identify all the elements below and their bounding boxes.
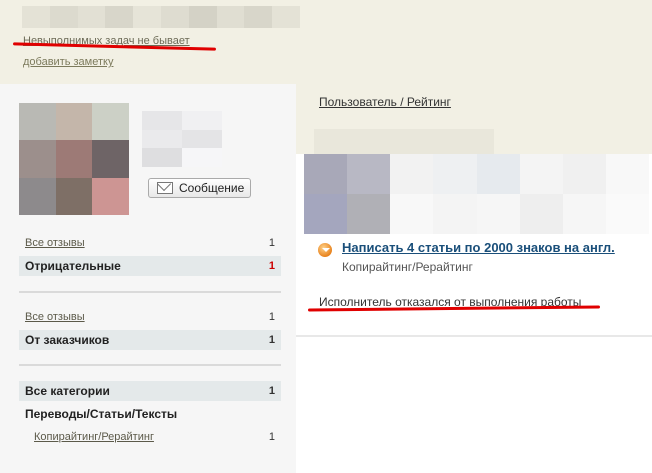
add-note-link[interactable]: добавить заметку xyxy=(23,56,113,68)
divider xyxy=(19,364,281,366)
breadcrumb-bar: Пользователь / Рейтинг xyxy=(296,84,652,119)
category-copywriting-row[interactable]: Копирайтинг/Рерайтинг 1 xyxy=(19,427,281,447)
breadcrumb[interactable]: Пользователь / Рейтинг xyxy=(319,95,451,109)
pixelated-block xyxy=(562,194,606,234)
pixelated-block xyxy=(55,103,93,141)
send-message-label: Сообщение xyxy=(179,181,245,195)
divider xyxy=(19,291,281,293)
pixelated-block xyxy=(304,154,348,194)
pixelated-block xyxy=(605,154,649,194)
order-status-icon xyxy=(318,243,332,257)
pixelated-block xyxy=(188,6,217,28)
order-category: Копирайтинг/Рерайтинг xyxy=(342,260,473,274)
category-copywriting-count: 1 xyxy=(268,431,275,443)
pixelated-block xyxy=(519,154,563,194)
pixelated-block xyxy=(476,154,520,194)
blurred-strip xyxy=(296,119,652,154)
main-content: Пользователь / Рейтинг Написать 4 статьи… xyxy=(296,84,652,473)
avatar[interactable] xyxy=(19,103,129,215)
send-message-button[interactable]: Сообщение xyxy=(148,178,251,198)
blurred-review-author xyxy=(304,154,649,234)
pixelated-block xyxy=(19,177,56,215)
reviews-negative-label: Отрицательные xyxy=(25,259,121,273)
category-copywriting-link[interactable]: Копирайтинг/Рерайтинг xyxy=(34,431,154,443)
pixelated-block xyxy=(105,6,134,28)
pixelated-block xyxy=(390,194,434,234)
blurred-user-name xyxy=(22,6,300,28)
category-group-label: Переводы/Статьи/Тексты xyxy=(25,407,178,421)
pixelated-block xyxy=(390,154,434,194)
pixelated-block xyxy=(304,194,348,234)
blurred-thumbnail xyxy=(142,111,222,167)
pixelated-block xyxy=(182,148,222,167)
category-all-label: Все категории xyxy=(25,384,110,398)
envelope-icon xyxy=(157,182,173,194)
pixelated-block xyxy=(142,129,182,149)
pixelated-block xyxy=(19,103,56,141)
pixelated-block xyxy=(55,140,93,178)
pixelated-block xyxy=(519,194,563,234)
profile-header: Невыполнимых задач не бывает добавить за… xyxy=(0,0,652,84)
pixelated-block xyxy=(92,140,129,178)
pixelated-block xyxy=(142,111,182,130)
reviews-all-link[interactable]: Все отзывы xyxy=(25,237,85,249)
reviews-all-count: 1 xyxy=(268,237,275,249)
pixelated-block xyxy=(476,194,520,234)
category-all-count: 1 xyxy=(268,385,275,397)
pixelated-block xyxy=(605,194,649,234)
pixelated-block xyxy=(433,154,477,194)
pixelated-block xyxy=(133,6,161,28)
reviews-all-count-2: 1 xyxy=(268,311,275,323)
pixelated-block xyxy=(77,6,106,28)
pixelated-block xyxy=(182,111,222,130)
category-group-row: Переводы/Статьи/Тексты xyxy=(19,404,281,424)
reviews-negative-count: 1 xyxy=(268,260,275,272)
pixelated-block xyxy=(49,6,78,28)
category-all-row[interactable]: Все категории 1 xyxy=(19,381,281,401)
pixelated-block xyxy=(347,194,391,234)
reviews-all-row[interactable]: Все отзывы 1 xyxy=(19,233,281,253)
divider xyxy=(296,335,652,337)
pixelated-block xyxy=(562,154,606,194)
reviews-negative-row[interactable]: Отрицательные 1 xyxy=(19,256,281,276)
pixelated-block xyxy=(160,6,189,28)
reviews-from-customers-count: 1 xyxy=(268,334,275,346)
pixelated-block xyxy=(182,129,222,149)
pixelated-block xyxy=(272,6,300,28)
pixelated-block xyxy=(22,6,50,28)
pixelated-block xyxy=(92,177,129,215)
reviews-all-row-2[interactable]: Все отзывы 1 xyxy=(19,307,281,327)
pixelated-block xyxy=(244,6,273,28)
pixelated-block xyxy=(347,154,391,194)
pixelated-block xyxy=(142,148,182,167)
order-item: Написать 4 статьи по 2000 знаков на англ… xyxy=(318,240,615,274)
pixelated-block xyxy=(433,194,477,234)
reviews-from-customers-label: От заказчиков xyxy=(25,333,110,347)
reviews-from-customers-row[interactable]: От заказчиков 1 xyxy=(19,330,281,350)
pixelated-block xyxy=(216,6,245,28)
pixelated-block xyxy=(55,177,93,215)
order-title-link[interactable]: Написать 4 статьи по 2000 знаков на англ… xyxy=(342,240,615,255)
reviews-all-link-2[interactable]: Все отзывы xyxy=(25,311,85,323)
sidebar: Сообщение Все отзывы 1 Отрицательные 1 В… xyxy=(0,84,296,473)
pixelated-block xyxy=(19,140,56,178)
pixelated-block xyxy=(92,103,129,141)
